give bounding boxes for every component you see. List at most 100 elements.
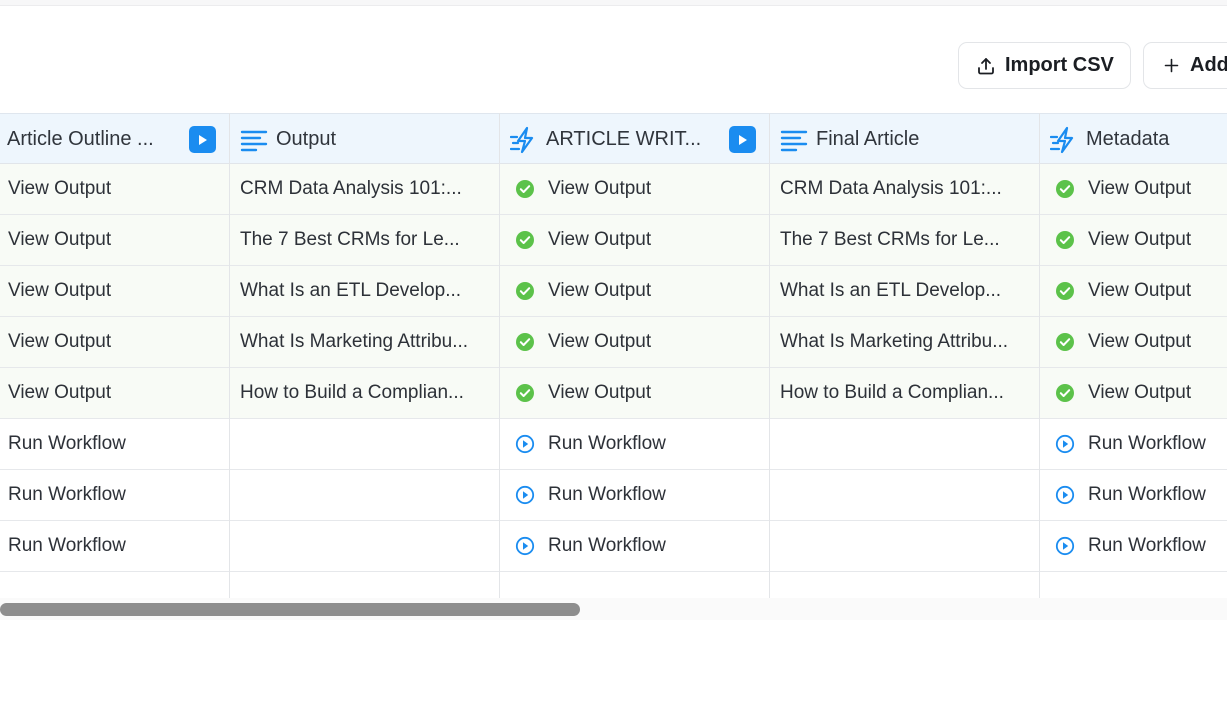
table-row: View Output What Is Marketing Attribu... V… [0, 317, 1227, 368]
column-header-article-writer[interactable]: ARTICLE WRIT... [499, 113, 769, 164]
table-cell[interactable]: The 7 Best CRMs for Le... [240, 215, 493, 265]
cell-text: How to Build a Complian... [780, 382, 1004, 403]
cell-text: CRM Data Analysis 101:... [240, 178, 462, 199]
table-row: Run Workflow Run Workflow Run Workflow [0, 419, 1227, 470]
column-header-metadata[interactable]: Metadata [1039, 113, 1227, 164]
cell-text: View Output [548, 382, 652, 403]
data-table: Article Outline ... Output ARTICLE WRIT.… [0, 113, 1227, 598]
table-cell[interactable]: CRM Data Analysis 101:... [780, 164, 1033, 214]
table-cell[interactable]: View Output [515, 266, 763, 316]
table-cell[interactable]: View Output [1055, 317, 1221, 367]
add-button[interactable]: Add [1143, 42, 1227, 89]
table-cell[interactable]: Run Workflow [1055, 521, 1221, 571]
run-column-button[interactable] [729, 126, 756, 153]
check-circle-icon [1055, 179, 1075, 199]
table-cell[interactable]: CRM Data Analysis 101:... [240, 164, 493, 214]
cell-text: View Output [1088, 280, 1192, 301]
cell-text: Run Workflow [8, 535, 126, 556]
column-header-label: Metadata [1086, 128, 1170, 150]
column-header-output[interactable]: Output [229, 113, 499, 164]
cell-text: View Output [8, 382, 112, 403]
table-cell[interactable] [240, 521, 493, 571]
table-cell[interactable] [780, 521, 1033, 571]
cell-text: CRM Data Analysis 101:... [780, 178, 1002, 199]
cell-text: View Output [1088, 178, 1192, 199]
plus-icon [1164, 58, 1179, 73]
check-circle-icon [515, 230, 535, 250]
table-cell[interactable]: Run Workflow [1055, 419, 1221, 469]
column-header-final-article[interactable]: Final Article [769, 113, 1039, 164]
table-cell[interactable]: View Output [8, 266, 223, 316]
import-csv-button[interactable]: Import CSV [958, 42, 1131, 89]
table-cell[interactable]: Run Workflow [515, 521, 763, 571]
column-divider [229, 113, 230, 598]
column-divider [499, 113, 500, 598]
upload-icon [976, 56, 996, 76]
table-cell[interactable]: View Output [8, 368, 223, 418]
play-circle-icon [1055, 536, 1075, 556]
top-border [0, 0, 1227, 6]
table-cell[interactable]: View Output [515, 317, 763, 367]
cell-text: Run Workflow [8, 433, 126, 454]
check-circle-icon [1055, 281, 1075, 301]
cell-text: Run Workflow [548, 433, 666, 454]
check-circle-icon [515, 281, 535, 301]
add-label: Add [1190, 54, 1227, 76]
table-cell[interactable]: Run Workflow [515, 419, 763, 469]
table-cell[interactable]: How to Build a Complian... [780, 368, 1033, 418]
table-cell[interactable]: The 7 Best CRMs for Le... [780, 215, 1033, 265]
column-header-label: ARTICLE WRIT... [546, 128, 702, 150]
play-circle-icon [1055, 434, 1075, 454]
table-cell[interactable]: View Output [1055, 266, 1221, 316]
cell-text: View Output [8, 331, 112, 352]
cell-text: What Is an ETL Develop... [780, 280, 1002, 301]
cell-text: View Output [8, 229, 112, 250]
text-lines-icon [780, 126, 808, 160]
cell-text: View Output [1088, 382, 1192, 403]
table-cell[interactable]: View Output [8, 215, 223, 265]
table-cell[interactable]: What Is an ETL Develop... [780, 266, 1033, 316]
check-circle-icon [515, 179, 535, 199]
cell-text: How to Build a Complian... [240, 382, 464, 403]
cell-text: The 7 Best CRMs for Le... [780, 229, 1000, 250]
table-cell[interactable]: What Is an ETL Develop... [240, 266, 493, 316]
cell-text: Run Workflow [548, 535, 666, 556]
cell-text: View Output [8, 178, 112, 199]
table-cell[interactable]: Run Workflow [8, 470, 223, 520]
table-cell[interactable]: Run Workflow [1055, 470, 1221, 520]
table-cell[interactable] [780, 419, 1033, 469]
table-cell[interactable]: Run Workflow [515, 470, 763, 520]
cell-text: Run Workflow [1088, 433, 1206, 454]
table-row: Run Workflow Run Workflow Run Workflow [0, 470, 1227, 521]
table-cell[interactable]: View Output [515, 164, 763, 214]
table-cell[interactable] [240, 419, 493, 469]
table-cell[interactable]: What Is Marketing Attribu... [240, 317, 493, 367]
table-cell[interactable]: View Output [1055, 368, 1221, 418]
run-column-button[interactable] [189, 126, 216, 153]
table-cell[interactable]: What Is Marketing Attribu... [780, 317, 1033, 367]
cell-text: Run Workflow [1088, 484, 1206, 505]
lightning-icon [509, 126, 538, 160]
table-row: View Output How to Build a Complian... Vie… [0, 368, 1227, 419]
column-header-article-outline[interactable]: Article Outline ... [0, 113, 229, 164]
play-circle-icon [1055, 485, 1075, 505]
column-header-label: Article Outline ... [7, 128, 154, 150]
table-cell[interactable]: Run Workflow [8, 419, 223, 469]
table-cell[interactable]: View Output [8, 317, 223, 367]
table-cell[interactable]: View Output [515, 368, 763, 418]
column-header-label: Final Article [816, 128, 920, 150]
column-header-label: Output [276, 128, 337, 150]
table-cell[interactable]: View Output [515, 215, 763, 265]
table-cell[interactable]: View Output [1055, 164, 1221, 214]
cell-text: The 7 Best CRMs for Le... [240, 229, 460, 250]
table-cell[interactable]: How to Build a Complian... [240, 368, 493, 418]
table-cell[interactable]: Run Workflow [8, 521, 223, 571]
check-circle-icon [515, 383, 535, 403]
text-lines-icon [240, 126, 268, 160]
horizontal-scrollbar-thumb[interactable] [0, 603, 580, 616]
table-cell[interactable] [240, 470, 493, 520]
table-cell[interactable] [780, 470, 1033, 520]
table-cell[interactable]: View Output [8, 164, 223, 214]
cell-text: View Output [548, 280, 652, 301]
table-cell[interactable]: View Output [1055, 215, 1221, 265]
